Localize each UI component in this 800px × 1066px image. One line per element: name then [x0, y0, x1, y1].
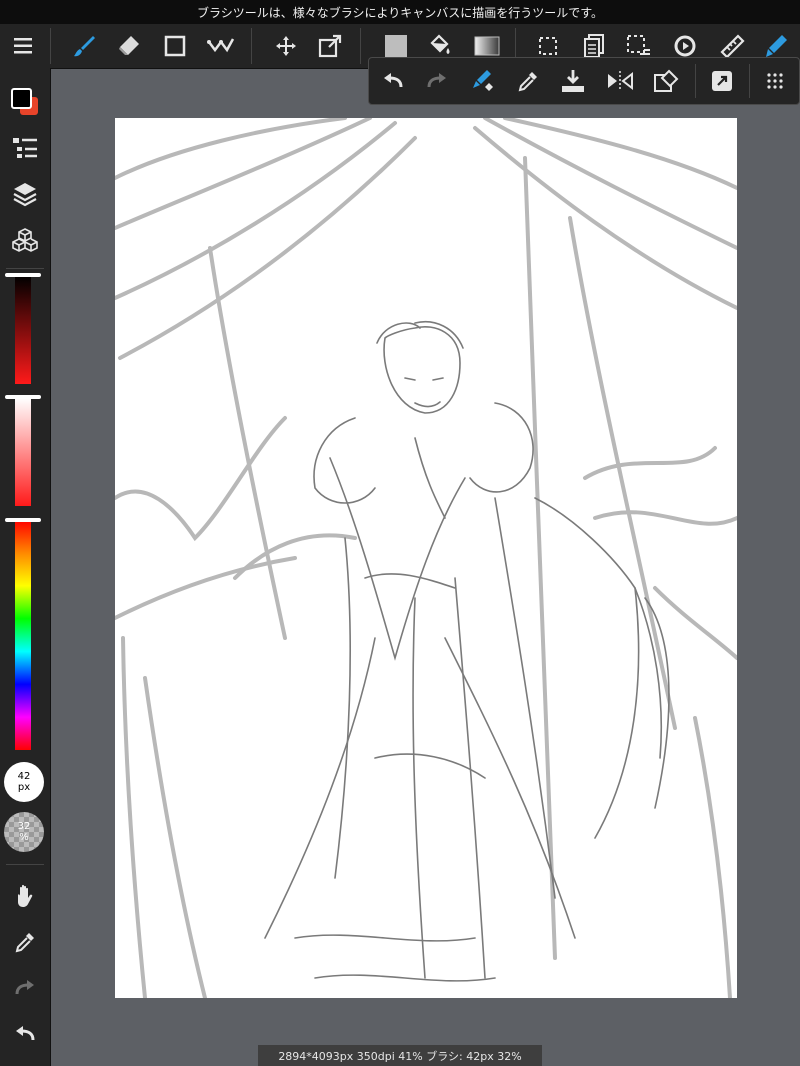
menu-icon	[14, 38, 32, 54]
move-icon	[276, 36, 296, 56]
save-icon	[562, 70, 584, 92]
transform-icon	[318, 34, 342, 58]
brush-icon	[74, 36, 95, 57]
more-icon	[767, 73, 783, 89]
layers-icon	[13, 183, 37, 207]
menu-button[interactable]	[6, 28, 42, 64]
divider	[360, 28, 361, 64]
layers-list-icon	[13, 138, 37, 158]
status-bar: 2894*4093px 350dpi 41% ブラシ: 42px 32%	[258, 1045, 542, 1066]
deselect-icon	[627, 35, 650, 55]
drawing-canvas[interactable]	[113, 116, 739, 1000]
undo-button[interactable]	[5, 1014, 45, 1054]
select-tool-button[interactable]	[203, 28, 239, 64]
divider	[6, 268, 44, 269]
ruler-icon	[720, 34, 745, 59]
divider	[50, 28, 51, 64]
select-tool-icon	[207, 38, 235, 53]
gradient-icon	[474, 36, 500, 56]
move-tool-button[interactable]	[268, 28, 304, 64]
divider	[695, 64, 696, 98]
primary-color	[11, 88, 32, 109]
brush-size-unit: px	[17, 782, 31, 793]
left-sidebar: 42 px 32 %	[0, 68, 51, 1066]
copy-layer-icon	[584, 34, 604, 58]
opacity-button[interactable]: 32 %	[4, 812, 44, 852]
sketch-drawing	[113, 116, 739, 1000]
material-button[interactable]	[5, 220, 45, 260]
eyedropper-icon	[15, 933, 34, 953]
clear-button[interactable]	[648, 62, 684, 100]
pen-icon	[766, 35, 787, 57]
layers-list-button[interactable]	[5, 128, 45, 168]
hand-icon	[18, 884, 33, 907]
clear-icon	[654, 69, 679, 92]
tooltip-text: ブラシツールは、様々なブラシによりキャンバスに描画を行うツールです。	[196, 5, 604, 20]
brush-snap-button[interactable]	[465, 62, 501, 100]
eyedropper-icon	[518, 72, 537, 92]
brush-size-button[interactable]: 42 px	[4, 762, 44, 802]
share-button[interactable]	[704, 62, 740, 100]
divider	[6, 864, 44, 865]
transform-tool-button[interactable]	[312, 28, 348, 64]
selection-icon	[539, 37, 557, 55]
divider	[749, 64, 750, 98]
hand-tool-button[interactable]	[5, 876, 45, 916]
bucket-icon	[430, 34, 450, 54]
eraser-tool-button[interactable]	[111, 28, 147, 64]
redo-icon	[15, 980, 34, 995]
red-slider-handle[interactable]	[5, 273, 41, 277]
status-text: 2894*4093px 350dpi 41% ブラシ: 42px 32%	[278, 1049, 522, 1063]
save-button[interactable]	[555, 62, 591, 100]
divider	[251, 28, 252, 64]
shape-tool-button[interactable]	[157, 28, 193, 64]
flip-button[interactable]	[602, 62, 638, 100]
brush-size-value: 42	[17, 771, 31, 782]
brush-snap-icon	[473, 70, 493, 91]
fill-color-icon	[385, 35, 407, 57]
redo-button[interactable]	[5, 968, 45, 1008]
redo-icon	[427, 73, 446, 88]
tooltip-bar: ブラシツールは、様々なブラシによりキャンバスに描画を行うツールです。	[0, 0, 800, 24]
undo-button[interactable]	[375, 62, 411, 100]
undo-icon	[384, 73, 403, 88]
color-swatch	[10, 87, 40, 117]
undo-icon	[16, 1026, 35, 1041]
opacity-unit: %	[19, 832, 29, 843]
material-icon	[12, 228, 38, 252]
more-button[interactable]	[757, 62, 793, 100]
flip-icon	[608, 71, 633, 91]
rotate-icon	[674, 35, 696, 57]
quick-access-toolbar	[368, 57, 800, 105]
layers-button[interactable]	[5, 174, 45, 214]
brush-tool-button[interactable]	[66, 28, 102, 64]
eyedropper-button[interactable]	[5, 922, 45, 962]
rectangle-icon	[164, 35, 186, 57]
color-swatch-button[interactable]	[5, 82, 45, 122]
brightness-slider-handle[interactable]	[5, 395, 41, 399]
hue-slider[interactable]	[15, 520, 31, 750]
brightness-slider[interactable]	[15, 398, 31, 506]
eyedropper-button[interactable]	[510, 62, 546, 100]
red-slider[interactable]	[15, 276, 31, 384]
hue-slider-handle[interactable]	[5, 518, 41, 522]
eraser-icon	[119, 36, 139, 55]
redo-button[interactable]	[419, 62, 455, 100]
opacity-value: 32	[17, 821, 31, 832]
share-icon	[712, 71, 732, 91]
